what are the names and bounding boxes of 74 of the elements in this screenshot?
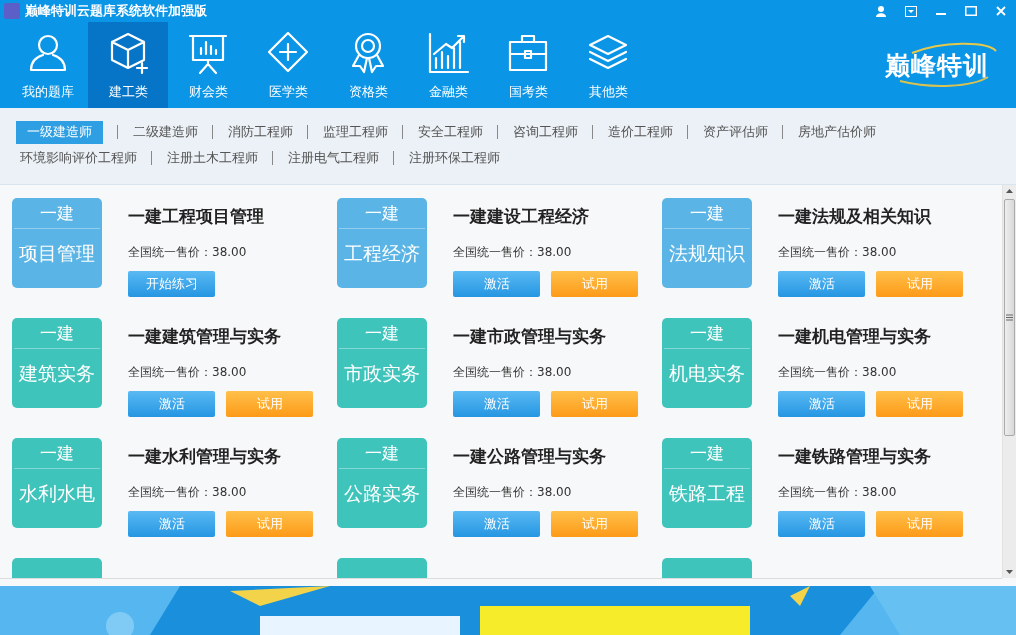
growth-chart-icon <box>426 30 470 76</box>
window-title: 巅峰特训云题库系统软件加强版 <box>25 2 208 20</box>
category-tab[interactable]: 注册土木工程师 <box>167 146 258 170</box>
app-icon <box>4 3 20 19</box>
category-tab[interactable]: 环境影响评价工程师 <box>20 146 137 170</box>
course-tile[interactable]: 一建 法规知识 <box>662 198 752 288</box>
trial-button[interactable]: 试用 <box>551 511 638 537</box>
course-price: 全国统一售价：38.00 <box>778 484 898 501</box>
category-tab[interactable]: 注册环保工程师 <box>409 146 500 170</box>
nav-tab[interactable]: 建工类 <box>88 22 168 108</box>
course-title: 一建机电管理与实务 <box>778 326 932 348</box>
course-price: 全国统一售价：38.00 <box>128 244 248 261</box>
category-tab[interactable]: 消防工程师 <box>228 120 293 144</box>
action-button[interactable]: 激活 <box>128 511 215 537</box>
trial-button[interactable]: 试用 <box>551 391 638 417</box>
category-tab[interactable]: 造价工程师 <box>608 120 673 144</box>
course-title: 一建工程项目管理 <box>128 206 264 228</box>
course-tile[interactable]: 一建 市政实务 <box>337 318 427 408</box>
trial-button[interactable]: 试用 <box>876 391 963 417</box>
trial-button[interactable]: 试用 <box>876 511 963 537</box>
course-tile[interactable]: 一建 水利水电 <box>12 438 102 528</box>
course-tile[interactable]: 一建 建筑实务 <box>12 318 102 408</box>
course-title: 一建水利管理与实务 <box>128 446 282 468</box>
scroll-thumb[interactable] <box>1004 199 1015 436</box>
category-tab[interactable]: 监理工程师 <box>323 120 388 144</box>
category-tab[interactable]: 资产评估师 <box>703 120 768 144</box>
category-tab[interactable]: 二级建造师 <box>133 120 198 144</box>
course-price: 全国统一售价：38.00 <box>778 244 898 261</box>
nav-tab[interactable]: 其他类 <box>568 22 648 108</box>
trial-button[interactable]: 试用 <box>226 511 313 537</box>
trial-button[interactable]: 试用 <box>226 391 313 417</box>
scrollbar[interactable] <box>1002 185 1016 578</box>
grip-icon <box>1006 314 1013 321</box>
nav-tab[interactable]: 我的题库 <box>8 22 88 108</box>
nav-tab[interactable]: 国考类 <box>488 22 568 108</box>
course-price: 全国统一售价：38.00 <box>128 484 248 501</box>
action-button[interactable]: 激活 <box>453 271 540 297</box>
course-tile[interactable]: 一建 公路实务 <box>337 438 427 528</box>
category-tab[interactable]: 安全工程师 <box>418 120 483 144</box>
course-tile[interactable]: 一建 铁路工程 <box>662 438 752 528</box>
trial-button[interactable]: 试用 <box>876 271 963 297</box>
action-button[interactable]: 激活 <box>453 391 540 417</box>
course-tile[interactable]: 一建 工程经济 <box>337 198 427 288</box>
category-tab[interactable]: 咨询工程师 <box>513 120 578 144</box>
action-button[interactable]: 开始练习 <box>128 271 215 297</box>
course-title: 一建铁路管理与实务 <box>778 446 932 468</box>
course-title: 一建建设工程经济 <box>453 206 590 228</box>
action-button[interactable]: 激活 <box>453 511 540 537</box>
category-tab[interactable]: 一级建造师 <box>16 120 103 144</box>
course-price: 全国统一售价：38.00 <box>453 364 573 381</box>
logo: 巅峰特训 <box>872 39 1002 91</box>
nav-tab[interactable]: 资格类 <box>328 22 408 108</box>
action-button[interactable]: 激活 <box>778 271 865 297</box>
trial-button[interactable]: 试用 <box>551 271 638 297</box>
course-title: 一建公路管理与实务 <box>453 446 607 468</box>
course-price: 全国统一售价：38.00 <box>453 244 573 261</box>
course-title: 一建建筑管理与实务 <box>128 326 282 348</box>
scroll-down-icon[interactable] <box>1006 570 1013 574</box>
course-title: 一建法规及相关知识 <box>778 206 933 228</box>
category-tab[interactable]: 注册电气工程师 <box>288 146 379 170</box>
course-price: 全国统一售价：38.00 <box>128 364 248 381</box>
course-price: 全国统一售价：38.00 <box>453 484 573 501</box>
course-tile[interactable]: 一建 项目管理 <box>12 198 102 288</box>
course-price: 全国统一售价：38.00 <box>778 364 898 381</box>
scroll-up-icon[interactable] <box>1006 189 1013 193</box>
action-button[interactable]: 激活 <box>128 391 215 417</box>
nav-tab[interactable]: 金融类 <box>408 22 488 108</box>
category-tab[interactable]: 房地产估价师 <box>798 120 876 144</box>
action-button[interactable]: 激活 <box>778 391 865 417</box>
nav-tab[interactable]: 财会类 <box>168 22 248 108</box>
nav-tab[interactable]: 医学类 <box>248 22 328 108</box>
course-title: 一建市政管理与实务 <box>453 326 607 348</box>
action-button[interactable]: 激活 <box>778 511 865 537</box>
course-tile[interactable]: 一建 机电实务 <box>662 318 752 408</box>
